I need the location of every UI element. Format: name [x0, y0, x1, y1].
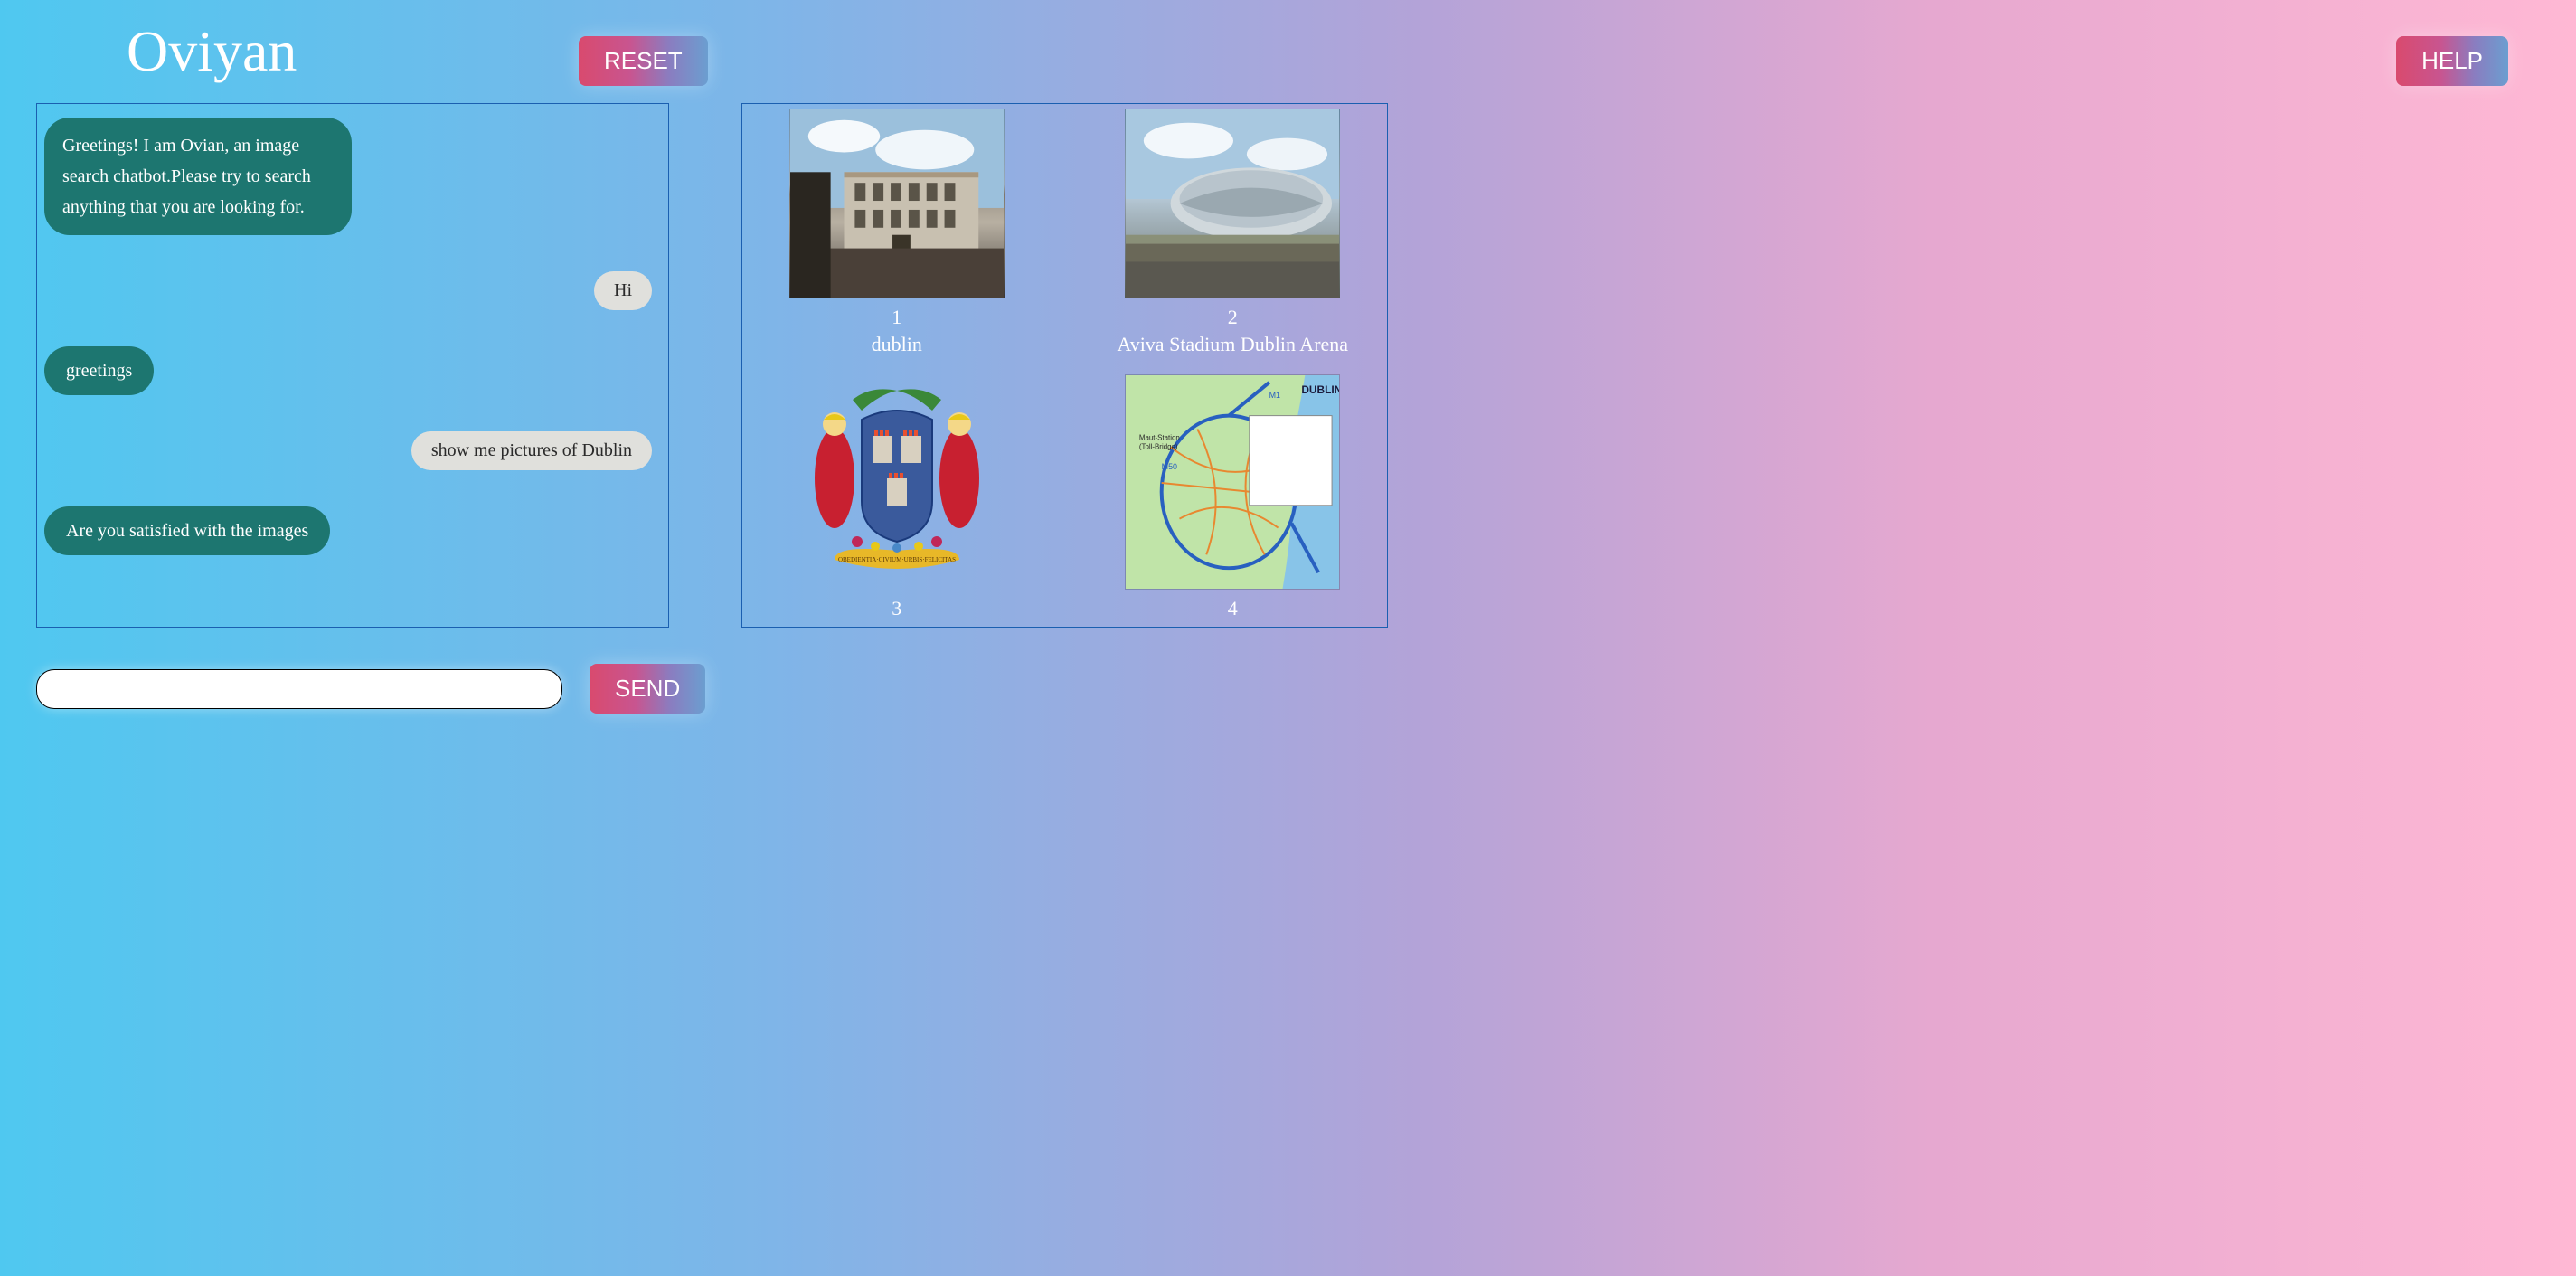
result-caption: Coat of arms of Dublin [756, 624, 1038, 628]
coat-of-arms-icon: OBEDIENTIA·CIVIUM·URBIS·FELICITAS [789, 374, 1005, 590]
app-title: Oviyan [127, 18, 297, 85]
result-caption: DublinM [1092, 624, 1374, 628]
chat-message-bot: Are you satisfied with the images [44, 506, 661, 591]
result-caption: Aviva Stadium Dublin Arena [1092, 333, 1374, 356]
bot-message-text: greetings [44, 346, 154, 395]
svg-text:Maut-Station: Maut-Station [1139, 433, 1180, 441]
result-image: OBEDIENTIA·CIVIUM·URBIS·FELICITAS [789, 374, 1005, 590]
result-image [1125, 109, 1340, 298]
chat-message-user: show me pictures of Dublin [44, 431, 661, 506]
result-index: 4 [1092, 597, 1374, 620]
send-button[interactable]: SEND [590, 664, 705, 714]
results-panel[interactable]: 1 dublin 2 [741, 103, 1388, 628]
user-message-text: show me pictures of Dublin [411, 431, 652, 470]
bot-message-text: Are you satisfied with the images [44, 506, 330, 555]
help-button[interactable]: HELP [2396, 36, 2508, 86]
chat-panel: Greetings! I am Ovian, an image search c… [36, 103, 669, 628]
result-index: 2 [1092, 306, 1374, 329]
chat-message-user: Hi [44, 271, 661, 346]
result-image [789, 109, 1005, 298]
result-index: 1 [756, 306, 1038, 329]
result-item[interactable]: 2 Aviva Stadium Dublin Arena [1092, 109, 1374, 356]
bot-message-text: Greetings! I am Ovian, an image search c… [44, 118, 352, 235]
stadium-icon [1126, 109, 1339, 298]
result-item[interactable]: DUBLIN Maut-Station (Toll-Bridge) M1 M50… [1092, 374, 1374, 628]
result-item[interactable]: OBEDIENTIA·CIVIUM·URBIS·FELICITAS 3 Coat… [756, 374, 1038, 628]
user-message-text: Hi [594, 271, 652, 310]
results-grid: 1 dublin 2 [756, 109, 1373, 628]
building-icon [790, 109, 1004, 298]
svg-text:M50: M50 [1162, 462, 1177, 471]
chat-message-bot: greetings [44, 346, 661, 431]
map-icon: DUBLIN Maut-Station (Toll-Bridge) M1 M50 [1126, 374, 1339, 590]
svg-text:OBEDIENTIA·CIVIUM·URBIS·FELICI: OBEDIENTIA·CIVIUM·URBIS·FELICITAS [838, 556, 956, 563]
header: Oviyan RESET HELP [0, 0, 2576, 94]
svg-text:DUBLIN: DUBLIN [1302, 383, 1340, 396]
result-image: DUBLIN Maut-Station (Toll-Bridge) M1 M50 [1125, 374, 1340, 590]
result-caption: dublin [756, 333, 1038, 356]
result-item[interactable]: 1 dublin [756, 109, 1038, 356]
message-input[interactable] [36, 669, 562, 709]
reset-button[interactable]: RESET [579, 36, 708, 86]
chat-message-bot: Greetings! I am Ovian, an image search c… [44, 118, 661, 235]
svg-text:M1: M1 [1269, 391, 1280, 400]
result-index: 3 [756, 597, 1038, 620]
svg-text:(Toll-Bridge): (Toll-Bridge) [1139, 442, 1178, 450]
input-row: SEND [0, 655, 2576, 741]
main-content: Greetings! I am Ovian, an image search c… [0, 94, 2576, 655]
